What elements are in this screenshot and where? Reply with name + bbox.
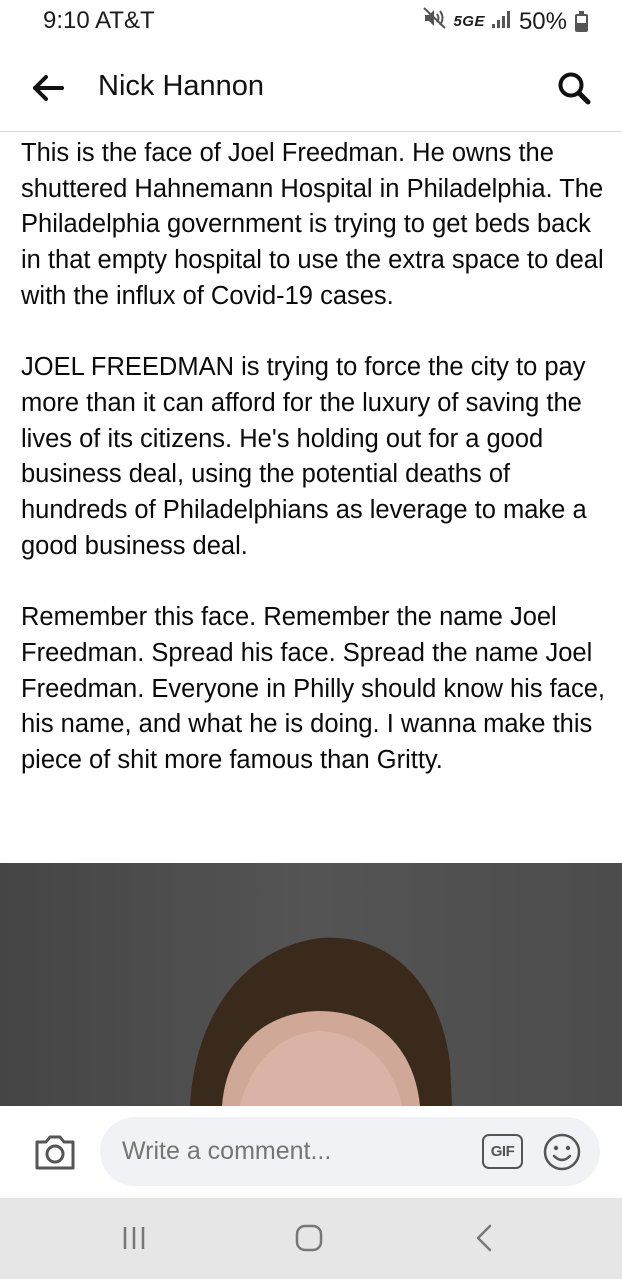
status-carrier: AT&T (95, 7, 155, 34)
post-paragraph: Remember this face. Remember the name Jo… (21, 603, 605, 774)
emoji-button[interactable] (542, 1132, 582, 1172)
status-indicators: 5GE 50% (423, 7, 588, 36)
app-header: Nick Hannon (0, 44, 622, 132)
emoji-icon (543, 1133, 581, 1171)
arrow-left-icon (33, 75, 64, 101)
battery-icon (575, 11, 588, 32)
battery-percent: 50% (518, 7, 567, 35)
post-photo[interactable] (0, 863, 622, 1106)
back-icon (476, 1224, 492, 1252)
post-paragraph: JOEL FREEDMAN is trying to force the cit… (21, 353, 587, 560)
status-time-carrier: 9:10 AT&T (43, 7, 155, 35)
home-button[interactable] (294, 1223, 324, 1253)
comment-box[interactable]: GIF (100, 1117, 600, 1186)
post-paragraph: This is the face of Joel Freedman. He ow… (21, 139, 604, 310)
recent-apps-icon (123, 1227, 145, 1249)
post-text: This is the face of Joel Freedman. He ow… (21, 136, 611, 814)
status-bar: 9:10 AT&T 5GE 50% (0, 0, 622, 44)
back-button[interactable] (30, 72, 66, 104)
comment-input[interactable] (122, 1137, 452, 1166)
camera-icon (35, 1135, 75, 1170)
comment-bar: GIF (0, 1106, 622, 1198)
nav-back-button[interactable] (474, 1223, 494, 1253)
search-button[interactable] (556, 70, 592, 106)
mute-icon (423, 7, 447, 36)
gif-button[interactable]: GIF (482, 1134, 523, 1169)
status-time: 9:10 (43, 7, 90, 34)
home-icon (295, 1224, 323, 1252)
photo-image (0, 863, 622, 1106)
system-nav-bar (0, 1198, 622, 1279)
camera-button[interactable] (33, 1132, 77, 1172)
search-icon (558, 72, 591, 105)
page-title: Nick Hannon (98, 70, 265, 102)
recent-apps-button[interactable] (121, 1225, 147, 1251)
signal-icon (491, 8, 513, 36)
network-type: 5GE (453, 13, 485, 30)
